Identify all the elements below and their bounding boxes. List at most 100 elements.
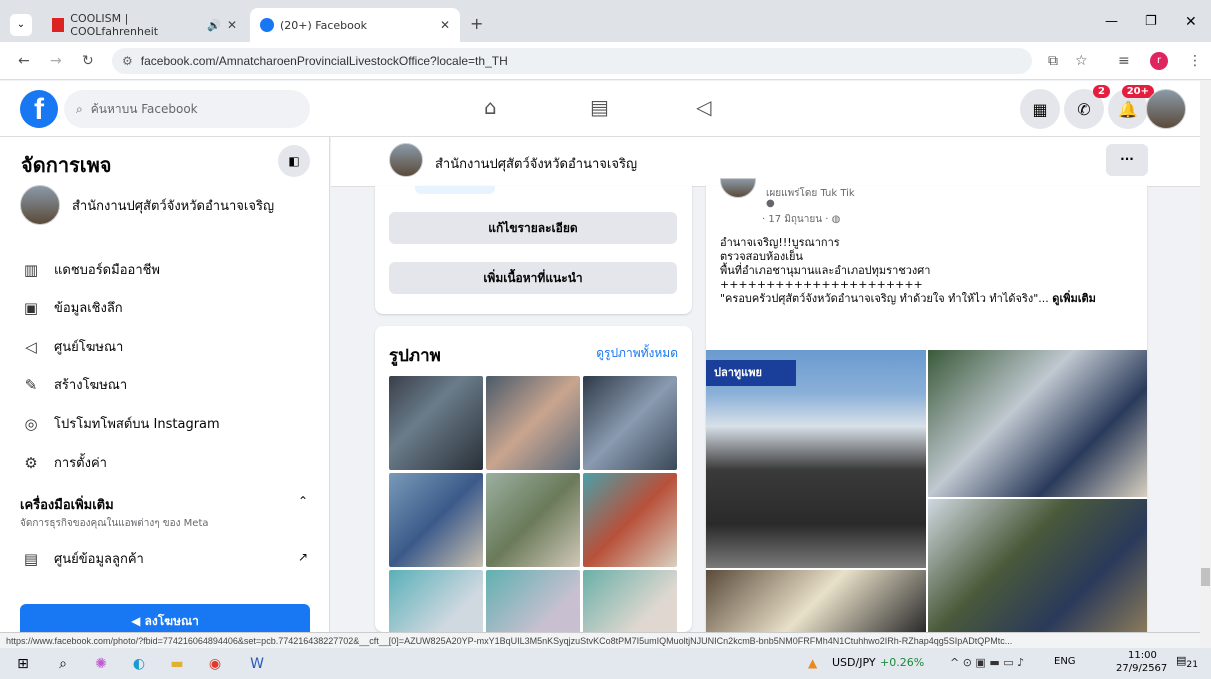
about-card: แก้ไขรายละเอียด เพิ่มเนื้อหาที่แนะนำ xyxy=(375,186,692,314)
chevron-up-icon[interactable]: ⌃ xyxy=(298,494,308,508)
edge-icon[interactable]: ◐ xyxy=(128,653,150,675)
post-line: ++++++++++++++++++++++ xyxy=(720,278,923,291)
contact-card-icon: ▤ xyxy=(23,549,39,568)
url-text: facebook.com/AmnatcharoenProvincialLives… xyxy=(140,54,508,68)
sidebar-item-label: ข้อมูลเชิงลึก xyxy=(54,301,123,316)
ticker-label[interactable]: USD/JPY xyxy=(832,656,876,669)
minimize-button[interactable]: — xyxy=(1105,14,1118,29)
close-icon[interactable]: ✕ xyxy=(227,18,237,32)
window-close-button[interactable]: ✕ xyxy=(1185,14,1197,30)
forward-icon[interactable]: → xyxy=(50,53,62,69)
photos-title: รูปภาพ xyxy=(389,346,441,366)
dashboard-icon[interactable]: ▤ xyxy=(590,95,609,119)
post-date[interactable]: · 17 มิถุนายน · ◍ xyxy=(762,212,840,227)
sidebar-item-create-ad[interactable]: ✎ สร้างโฆษณา xyxy=(20,374,127,395)
collapse-sidebar-icon[interactable]: ◧ xyxy=(278,145,310,177)
word-icon[interactable]: W xyxy=(246,653,268,675)
account-avatar[interactable] xyxy=(1146,89,1186,129)
photo-thumbnail[interactable] xyxy=(583,376,677,470)
megaphone-icon[interactable]: ◁ xyxy=(696,95,711,119)
see-all-photos-link[interactable]: ดูรูปภาพทั้งหมด xyxy=(596,344,678,363)
restore-button[interactable]: ❐ xyxy=(1145,14,1157,29)
reload-icon[interactable]: ↻ xyxy=(82,53,94,69)
notification-center[interactable]: ▤21 xyxy=(1176,654,1198,670)
bookmark-star-icon[interactable]: ☆ xyxy=(1075,53,1088,69)
post-card: เผยแพร่โดย Tuk Tik ● · 17 มิถุนายน · ◍ อ… xyxy=(706,178,1147,632)
tab-facebook[interactable]: (20+) Facebook ✕ xyxy=(250,8,460,42)
search-icon[interactable]: ⌕ xyxy=(52,653,74,675)
photo-thumbnail[interactable] xyxy=(389,376,483,470)
external-arrow-icon: ↗ xyxy=(298,550,309,564)
facebook-logo[interactable]: f xyxy=(20,90,58,128)
more-tools-heading[interactable]: เครื่องมือเพิ่มเติม xyxy=(20,494,114,515)
post-photo[interactable] xyxy=(706,570,926,632)
clock-date[interactable]: 27/9/2567 xyxy=(1116,663,1167,674)
sidebar-item-settings[interactable]: ⚙ การตั้งค่า xyxy=(20,452,107,473)
windows-taskbar: ⊞ ⌕ ✺ ◐ ▬ ◉ W ▲ USD/JPY +0.26% ^ ⊙ ▣ ▬ ▭… xyxy=(0,648,1211,679)
sidebar-item-customer-center[interactable]: ▤ ศูนย์ข้อมูลลูกค้า xyxy=(20,548,144,569)
search-placeholder: ค้นหาบน Facebook xyxy=(90,101,198,116)
globe-icon: ◍ xyxy=(831,214,841,225)
page-scrollbar[interactable] xyxy=(1200,81,1211,648)
notifications-button[interactable]: 🔔 20+ xyxy=(1108,85,1154,129)
facebook-favicon xyxy=(260,18,274,32)
new-tab-button[interactable]: + xyxy=(470,14,483,33)
gear-icon: ⚙ xyxy=(24,453,38,472)
sidebar-item-label: ศูนย์ข้อมูลลูกค้า xyxy=(54,552,144,567)
post-photo[interactable] xyxy=(928,350,1147,497)
audio-icon: 🔊 xyxy=(207,18,221,32)
file-explorer-icon[interactable]: ▬ xyxy=(166,653,188,675)
page-avatar[interactable] xyxy=(720,178,756,198)
sidebar-item-insights[interactable]: ▣ ข้อมูลเชิงลึก xyxy=(20,297,123,318)
reading-list-icon[interactable]: ≡ xyxy=(1118,53,1130,69)
messenger-button[interactable]: ✆ 2 xyxy=(1064,85,1110,129)
profile-avatar[interactable]: r xyxy=(1150,52,1168,70)
windows-start-icon[interactable]: ⊞ xyxy=(12,653,34,675)
post-quote: "ครอบครัวปศุสัตว์จังหวัดอำนาจเจริญ ทำด้ว… xyxy=(720,292,1096,305)
sidebar-item-label: ศูนย์โฆษณา xyxy=(54,340,124,355)
menu-icon[interactable]: ⋮ xyxy=(1188,53,1202,69)
shared-by[interactable]: เผยแพร่โดย Tuk Tik xyxy=(766,186,855,201)
megaphone-icon: ◀ xyxy=(131,614,145,628)
sidebar-item-dashboard[interactable]: ▥ แดชบอร์ดมืออาชีพ xyxy=(20,259,160,280)
url-field[interactable]: ⚙ facebook.com/AmnatcharoenProvincialLiv… xyxy=(112,48,1032,74)
tab-coolism[interactable]: COOLISM | COOLfahrenheit 🔊 ✕ xyxy=(42,8,247,42)
see-more-link[interactable]: ดูเพิ่มเติม xyxy=(1052,292,1096,305)
address-bar-row: ← → ↻ ⚙ facebook.com/AmnatcharoenProvinc… xyxy=(0,42,1211,80)
post-photo[interactable] xyxy=(928,499,1147,632)
photo-thumbnail[interactable] xyxy=(583,473,677,567)
sidebar-page-profile[interactable]: สำนักงานปศุสัตว์จังหวัดอำนาจเจริญ xyxy=(20,185,274,225)
post-line: อำนาจเจริญ!!!บูรณาการ xyxy=(720,236,840,249)
post-photo[interactable]: ปลาทูแพย xyxy=(706,350,926,568)
more-options-button[interactable]: ··· xyxy=(1106,144,1148,176)
ticker-icon: ▲ xyxy=(808,656,818,670)
scrollbar-thumb[interactable] xyxy=(1201,568,1210,586)
post-line: พื้นที่อำเภอชานุมานและอำเภอปทุมราชวงศา xyxy=(720,264,931,277)
tray-icons[interactable]: ^ ⊙ ▣ ▬ ▭ ♪ xyxy=(950,656,1024,669)
sidebar-title: จัดการเพจ xyxy=(21,153,112,177)
site-info-icon[interactable]: ⚙ xyxy=(122,54,133,68)
home-icon[interactable]: ⌂ xyxy=(484,95,497,119)
chrome-icon[interactable]: ◉ xyxy=(204,653,226,675)
close-icon[interactable]: ✕ xyxy=(440,18,450,32)
edit-details-button[interactable]: แก้ไขรายละเอียด xyxy=(389,212,677,244)
clock-time[interactable]: 11:00 xyxy=(1128,650,1157,661)
page-avatar[interactable] xyxy=(389,143,423,177)
copilot-icon[interactable]: ✺ xyxy=(90,653,112,675)
link-preview-status: https://www.facebook.com/photo/?fbid=774… xyxy=(0,632,1200,648)
photo-thumbnail[interactable] xyxy=(486,473,580,567)
truncated-button xyxy=(415,186,495,194)
language-indicator[interactable]: ENG xyxy=(1054,656,1076,667)
photo-thumbnail[interactable] xyxy=(486,376,580,470)
back-icon[interactable]: ← xyxy=(18,53,30,69)
page-title[interactable]: สำนักงานปศุสัตว์จังหวัดอำนาจเจริญ xyxy=(435,153,637,174)
menu-grid-button[interactable]: ▦ xyxy=(1020,89,1060,129)
install-icon[interactable]: ⧉ xyxy=(1048,53,1058,69)
sidebar-item-ad-center[interactable]: ◁ ศูนย์โฆษณา xyxy=(20,336,123,357)
search-input[interactable]: ⌕ ค้นหาบน Facebook xyxy=(64,90,310,128)
tab-list-button[interactable]: ⌄ xyxy=(10,14,32,36)
add-featured-button[interactable]: เพิ่มเนื้อหาที่แนะนำ xyxy=(389,262,677,294)
photo-thumbnail[interactable] xyxy=(389,473,483,567)
promote-button[interactable]: ◀ ลงโฆษณา xyxy=(20,604,310,632)
sidebar-item-instagram[interactable]: ◎ โปรโมทโพสต์บน Instagram xyxy=(20,413,219,434)
